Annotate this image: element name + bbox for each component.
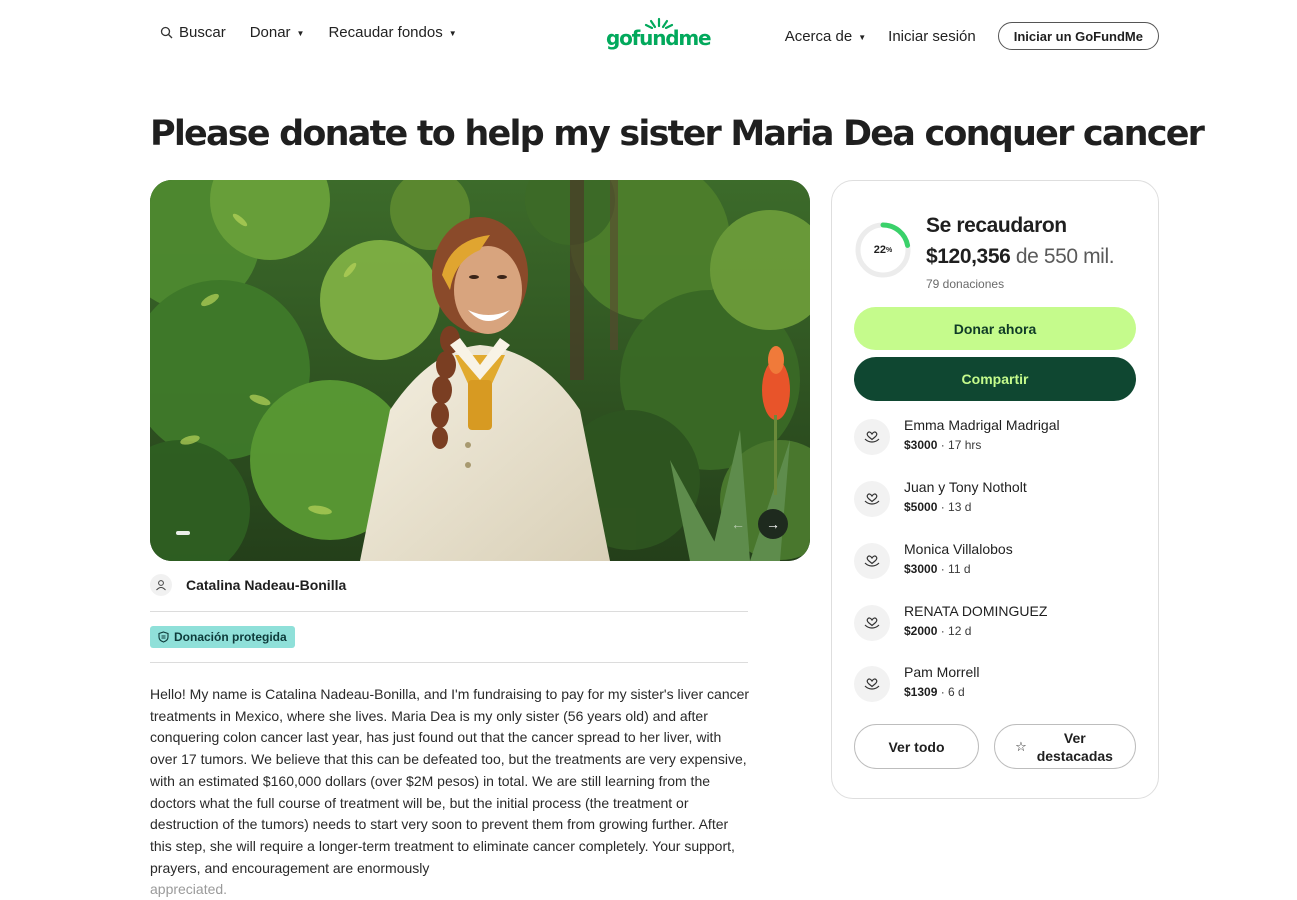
progress-percent: 22% bbox=[854, 221, 912, 279]
donor-item: Juan y Tony Notholt $5000 · 13 d bbox=[854, 479, 1144, 523]
donor-time: · 13 d bbox=[940, 500, 972, 514]
carousel-prev-button[interactable]: ← bbox=[723, 509, 753, 539]
donation-count: 79 donaciones bbox=[926, 277, 1005, 291]
login-link[interactable]: Iniciar sesión bbox=[888, 28, 976, 45]
carousel-dots bbox=[176, 531, 190, 535]
donor-name: Emma Madrigal Madrigal bbox=[904, 417, 1060, 433]
donor-item: Emma Madrigal Madrigal $3000 · 17 hrs bbox=[854, 417, 1144, 461]
fundraise-menu[interactable]: Recaudar fondos ▼ bbox=[328, 24, 456, 41]
donate-menu[interactable]: Donar ▼ bbox=[250, 24, 305, 41]
heart-hand-icon bbox=[854, 605, 890, 641]
start-gofundme-button[interactable]: Iniciar un GoFundMe bbox=[997, 22, 1159, 50]
see-top-button[interactable]: ☆ Ver destacadas bbox=[994, 724, 1136, 769]
raised-label: Se recaudaron bbox=[926, 214, 1067, 237]
donor-time: · 12 d bbox=[940, 624, 972, 638]
heart-hand-icon bbox=[854, 419, 890, 455]
search-label: Buscar bbox=[179, 24, 226, 41]
arrow-left-icon: ← bbox=[731, 516, 745, 532]
carousel-dot-active[interactable] bbox=[176, 531, 190, 535]
raised-amount: $120,356 de 550 mil. bbox=[926, 245, 1115, 269]
gofundme-logo[interactable]: gofundme bbox=[606, 17, 712, 50]
search-button[interactable]: Buscar bbox=[160, 24, 226, 41]
caret-down-icon: ▼ bbox=[858, 32, 867, 42]
arrow-right-icon: → bbox=[766, 516, 780, 532]
caret-down-icon: ▼ bbox=[296, 29, 305, 38]
donor-meta: $5000 · 13 d bbox=[904, 500, 971, 514]
raised-amount-value: $120,356 bbox=[926, 245, 1011, 268]
donor-meta: $1309 · 6 d bbox=[904, 685, 965, 699]
about-menu-label: Acerca de bbox=[784, 27, 853, 45]
campaign-title: Please donate to help my sister Maria De… bbox=[150, 114, 1205, 154]
nav-right: Acerca de ▼ Iniciar sesión Iniciar un Go… bbox=[785, 22, 1159, 50]
logo-sun-icon bbox=[644, 17, 674, 29]
caret-down-icon: ▼ bbox=[448, 29, 457, 38]
donor-meta: $3000 · 11 d bbox=[904, 562, 971, 576]
donor-name: Juan y Tony Notholt bbox=[904, 479, 1027, 495]
user-icon bbox=[150, 574, 172, 596]
protected-donation-badge[interactable]: Donación protegida bbox=[150, 626, 295, 648]
organizer: Catalina Nadeau-Bonilla bbox=[150, 574, 346, 596]
about-menu[interactable]: Acerca de ▼ bbox=[785, 28, 866, 45]
heart-hand-icon bbox=[854, 481, 890, 517]
star-icon: ☆ bbox=[1015, 738, 1027, 754]
organizer-name[interactable]: Catalina Nadeau-Bonilla bbox=[186, 577, 346, 593]
donor-meta: $2000 · 12 d bbox=[904, 624, 971, 638]
fundraise-menu-label: Recaudar fondos bbox=[328, 24, 443, 41]
donor-amount: $3000 bbox=[904, 438, 938, 452]
goal-amount: de 550 mil. bbox=[1015, 245, 1115, 268]
campaign-hero-image[interactable]: ← → bbox=[150, 180, 810, 561]
donor-amount: $5000 bbox=[904, 500, 938, 514]
carousel-next-button[interactable]: → bbox=[758, 509, 788, 539]
donor-name: RENATA DOMINGUEZ bbox=[904, 603, 1048, 619]
shield-icon bbox=[158, 631, 169, 643]
donor-item: Monica Villalobos $3000 · 11 d bbox=[854, 541, 1144, 585]
hero-photo bbox=[150, 180, 810, 561]
donate-menu-label: Donar bbox=[249, 24, 291, 41]
donor-amount: $3000 bbox=[904, 562, 938, 576]
donor-time: · 11 d bbox=[940, 562, 971, 576]
donor-meta: $3000 · 17 hrs bbox=[904, 438, 981, 452]
donate-now-button[interactable]: Donar ahora bbox=[854, 307, 1136, 350]
donation-card: 22% Se recaudaron $120,356 de 550 mil. 7… bbox=[831, 180, 1159, 799]
donor-amount: $1309 bbox=[904, 685, 938, 699]
progress-percent-sign: % bbox=[886, 246, 893, 254]
login-label: Iniciar sesión bbox=[888, 27, 976, 45]
share-button[interactable]: Compartir bbox=[854, 357, 1136, 401]
search-icon bbox=[160, 26, 173, 39]
logo-wordmark: gofundme bbox=[606, 17, 712, 50]
donor-amount: $2000 bbox=[904, 624, 938, 638]
heart-hand-icon bbox=[854, 543, 890, 579]
donor-time: · 17 hrs bbox=[940, 438, 982, 452]
donor-item: RENATA DOMINGUEZ $2000 · 12 d bbox=[854, 603, 1144, 647]
divider bbox=[150, 611, 748, 612]
top-navigation: Buscar Donar ▼ Recaudar fondos ▼ gofundm… bbox=[0, 0, 1297, 70]
divider bbox=[150, 662, 748, 663]
donor-name: Pam Morrell bbox=[904, 664, 980, 680]
donor-item: Pam Morrell $1309 · 6 d bbox=[854, 664, 1144, 708]
story-text-faded: appreciated. bbox=[150, 881, 228, 898]
see-top-label: Ver destacadas bbox=[1036, 729, 1113, 764]
progress-percent-value: 22 bbox=[873, 244, 886, 256]
donor-time: · 6 d bbox=[940, 685, 965, 699]
heart-hand-icon bbox=[854, 666, 890, 702]
donor-name: Monica Villalobos bbox=[904, 541, 1013, 557]
campaign-story: Hello! My name is Catalina Nadeau-Bonill… bbox=[150, 684, 750, 900]
see-all-button[interactable]: Ver todo bbox=[854, 724, 979, 769]
badge-label: Donación protegida bbox=[174, 630, 287, 644]
story-text: Hello! My name is Catalina Nadeau-Bonill… bbox=[150, 686, 750, 876]
nav-left: Buscar Donar ▼ Recaudar fondos ▼ bbox=[160, 24, 457, 41]
